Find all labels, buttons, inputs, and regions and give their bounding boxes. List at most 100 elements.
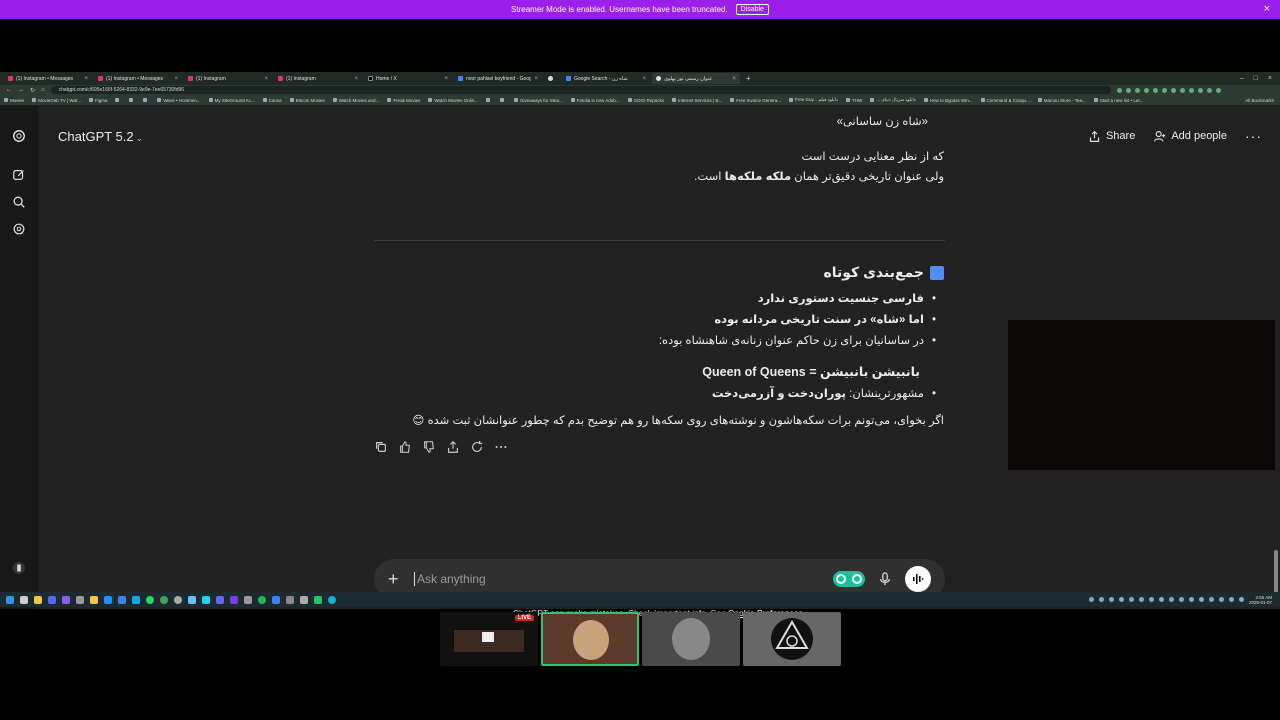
close-tab-icon[interactable]: × [264,76,268,82]
library-icon[interactable] [12,222,26,236]
bookmark-item[interactable]: Movies [4,98,24,103]
home-icon[interactable]: ⌂ [41,87,45,93]
browser-tab[interactable] [544,73,560,84]
bookmark-item[interactable]: My SiteGround Ac... [208,98,255,103]
model-selector[interactable]: ChatGPT 5.2 ⌄ [58,129,143,144]
tray-icon[interactable] [1208,597,1214,602]
bookmark-item[interactable]: Watch Movies and... [332,98,379,103]
tray-icon[interactable] [1148,597,1154,602]
extension-icon[interactable] [1170,87,1176,93]
app-icon[interactable] [34,595,42,604]
bookmark-item[interactable]: THW [846,98,862,103]
close-tab-icon[interactable]: × [642,76,646,82]
browser-tab-active[interactable]: عنوان رسمی نور پهلوی × [652,73,740,84]
tray-icon[interactable] [1228,597,1234,602]
spotify-icon[interactable] [258,595,266,604]
extension-icon[interactable] [1197,87,1203,93]
bookmark-item[interactable]: Mamou Store - Tea... [1037,98,1086,103]
prompt-input[interactable]: Ask anything [414,572,833,586]
close-tab-icon[interactable]: × [444,76,448,82]
bookmark-item[interactable]: Start a new list • Let... [1093,98,1143,103]
bookmark-item[interactable]: MovieGeb TV | Wat... [32,98,81,103]
bookmark-item[interactable] [115,98,121,102]
app-icon[interactable] [286,595,294,604]
app-icon[interactable] [104,595,112,604]
bookmark-item[interactable] [129,98,135,102]
app-icon[interactable] [48,595,56,604]
bookmark-item[interactable] [143,98,149,102]
tray-icon[interactable] [1158,597,1164,602]
thumbs-up-icon[interactable] [398,440,412,454]
bookmark-item[interactable]: Fotolia is now Adob... [570,98,620,103]
tray-icon[interactable] [1198,597,1204,602]
stream-thumbnail[interactable]: LIVE [440,612,538,666]
extension-icon[interactable] [1215,87,1221,93]
stream-thumbnail[interactable] [743,612,841,666]
whatsapp-icon[interactable] [146,595,154,604]
extension-icon[interactable] [1134,87,1140,93]
clock[interactable]: 2:55 AM 2026-01-07 [1249,595,1272,605]
tray-icon[interactable] [1218,597,1224,602]
steam-icon[interactable] [188,595,196,604]
app-icon[interactable] [314,595,322,604]
app-icon[interactable] [272,595,280,604]
disable-streamer-button[interactable]: Disable [735,4,769,15]
bookmark-item[interactable]: Wave • Hostmen... [157,98,201,103]
app-icon[interactable] [118,595,126,604]
extension-icon[interactable] [1161,87,1167,93]
reload-icon[interactable]: ↻ [30,87,35,94]
browser-tab[interactable]: noor pahlavi boyfriend - Goog × [454,73,542,84]
bookmark-item[interactable] [485,98,492,102]
bookmark-item[interactable]: Free Guy... دانلود فیلم [788,97,838,103]
bookmark-item[interactable]: ... دانلود سریال دنیای [870,97,916,103]
add-attachment-icon[interactable]: + [388,569,412,590]
maximize-icon[interactable]: □ [1254,75,1258,82]
browser-tab[interactable]: (1) Instagram • Messages × [4,73,92,84]
bookmark-item[interactable]: Freak Movies [387,98,420,103]
tray-icon[interactable] [1178,597,1184,602]
search-taskbar-icon[interactable] [20,595,28,604]
tray-icon[interactable] [1238,597,1244,602]
tray-icon[interactable] [1108,597,1114,602]
app-icon[interactable] [132,595,140,604]
bookmark-item[interactable]: Command & Conqu... [980,98,1030,103]
tray-icon[interactable] [1128,597,1134,602]
close-tab-icon[interactable]: × [84,76,88,82]
bookmark-item[interactable]: Free Invoice Genera... [730,98,781,103]
close-tab-icon[interactable]: × [354,76,358,82]
bookmark-item[interactable] [499,98,506,102]
folder-icon[interactable] [90,595,98,604]
minimize-icon[interactable]: – [1240,75,1244,82]
extension-icon[interactable] [1179,87,1185,93]
start-icon[interactable] [6,595,14,604]
grammarly-icon[interactable] [833,571,865,587]
app-icon[interactable] [202,595,210,604]
chrome-icon[interactable] [160,595,168,604]
close-tab-icon[interactable]: × [534,76,538,82]
share-response-icon[interactable] [446,440,460,454]
close-window-icon[interactable]: × [1268,75,1272,82]
more-options-icon[interactable]: ··· [1245,128,1262,144]
tray-icon[interactable] [1138,597,1144,602]
copy-icon[interactable] [374,440,388,454]
close-banner-icon[interactable]: × [1264,3,1270,15]
regenerate-icon[interactable] [470,440,484,454]
new-chat-icon[interactable] [12,168,26,182]
tray-icon[interactable] [1098,597,1104,602]
bookmark-item[interactable]: Bitcoin Movies [289,98,325,103]
app-icon[interactable] [216,595,224,604]
app-icon[interactable] [62,595,70,604]
profile-avatar-icon[interactable] [12,561,26,575]
thumbs-down-icon[interactable] [422,440,436,454]
bookmark-item[interactable]: GOGI Repacks [627,98,664,103]
search-icon[interactable] [12,195,26,209]
bookmark-item[interactable]: Internet Services | B... [672,98,722,103]
stream-thumbnail[interactable] [642,612,740,666]
new-tab-button[interactable]: + [746,74,751,83]
bookmark-item[interactable]: Figma [88,98,107,103]
microphone-icon[interactable] [879,572,891,586]
bookmark-item[interactable]: Giveaways for Stea... [513,98,563,103]
url-field[interactable]: chatgpt.com/c/695e166f-5264-8332-9e9e-7e… [50,86,1111,94]
app-icon[interactable] [328,595,336,604]
tray-icon[interactable] [1168,597,1174,602]
